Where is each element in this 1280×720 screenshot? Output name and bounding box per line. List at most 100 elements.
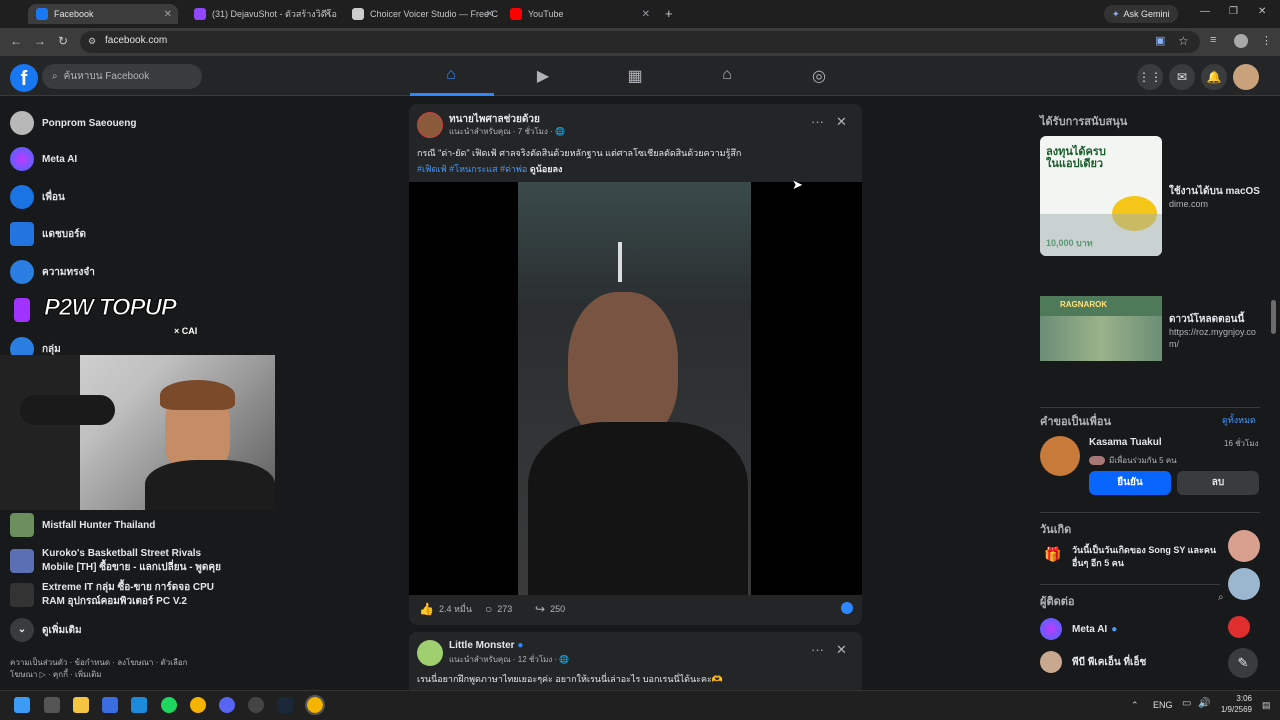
webcam-person-shirt <box>145 460 275 510</box>
reload-icon[interactable]: ↻ <box>58 34 68 48</box>
comment-icon: ○ <box>485 602 493 616</box>
post-more-icon[interactable]: ··· <box>811 642 824 657</box>
contacts-search-icon[interactable]: ⌕ <box>1218 592 1224 603</box>
chat-head-avatar[interactable] <box>1228 568 1260 600</box>
store-icon[interactable] <box>102 697 118 713</box>
nav-item-profile[interactable]: Ponprom Saeoueng <box>10 111 136 135</box>
new-message-icon[interactable]: ✎ <box>1228 648 1258 678</box>
chat-head-avatar[interactable] <box>1228 530 1260 562</box>
meta-ai-icon <box>1040 618 1062 640</box>
contact-item[interactable]: พีบี พีเคเอ็น ที่เอ็ช <box>1040 651 1146 673</box>
chat-head-avatar[interactable] <box>1228 616 1250 638</box>
post-author-avatar[interactable] <box>417 112 443 138</box>
tray-chevron-icon[interactable]: ⌃ <box>1131 700 1139 711</box>
post-more-icon[interactable]: ··· <box>811 114 824 129</box>
language-indicator[interactable]: ENG <box>1153 700 1173 710</box>
marketplace-icon[interactable]: ⌂ <box>717 66 737 86</box>
facebook-logo-icon[interactable]: f <box>10 64 38 92</box>
account-avatar[interactable] <box>1233 64 1259 90</box>
gaming-icon[interactable]: ◎ <box>809 66 829 86</box>
notification-center-icon[interactable]: ▤ <box>1262 700 1271 711</box>
post-author-row[interactable]: Little Monster ● <box>449 640 523 651</box>
notifications-bell-icon[interactable]: 🔔 <box>1201 64 1227 90</box>
tab-close-icon[interactable]: ✕ <box>164 9 172 20</box>
steam-icon[interactable] <box>277 697 293 713</box>
windows-start-icon[interactable] <box>14 697 30 713</box>
site-info-icon[interactable]: ⚙ <box>88 36 96 47</box>
chrome-icon[interactable] <box>190 697 206 713</box>
tab-facebook[interactable]: Facebook ✕ <box>28 4 178 24</box>
url-text[interactable]: facebook.com <box>105 35 167 46</box>
reading-list-icon[interactable]: ≡ <box>1210 34 1216 46</box>
nav-item-saved[interactable] <box>10 298 38 322</box>
dashboard-icon[interactable]: ▦ <box>625 66 645 86</box>
nav-item-friends[interactable]: เพื่อน <box>10 185 65 209</box>
minimize-icon[interactable]: — <box>1200 6 1210 17</box>
forward-icon[interactable]: → <box>34 34 46 48</box>
friend-request-name[interactable]: Kasama Tuakul <box>1089 437 1162 448</box>
tab-close-icon[interactable]: ✕ <box>486 9 494 20</box>
nav-item-memories[interactable]: ความทรงจำ <box>10 260 95 284</box>
post-video[interactable] <box>409 182 862 595</box>
messenger-icon[interactable]: ✉ <box>1169 64 1195 90</box>
clock[interactable]: 3:06 1/9/2569 <box>1212 693 1252 715</box>
profile-avatar-icon[interactable] <box>1234 34 1248 48</box>
post-close-icon[interactable]: ✕ <box>836 114 847 130</box>
confirm-button[interactable]: ยืนยัน <box>1089 471 1171 495</box>
close-window-icon[interactable]: ✕ <box>1258 6 1266 17</box>
nav-item-dashboard[interactable]: แดชบอร์ด <box>10 222 86 246</box>
discord-icon[interactable] <box>219 697 235 713</box>
tab-close-icon[interactable]: ✕ <box>642 9 650 20</box>
tab-dejavushot[interactable]: (31) DejavuShot - ตัวสร้างวิดีโอ - ✕ <box>186 4 338 24</box>
see-less-link[interactable]: ดูน้อยลง <box>530 164 563 174</box>
ad-title[interactable]: ใช้งานได้บน macOS <box>1169 184 1260 199</box>
app-icon[interactable] <box>248 697 264 713</box>
task-view-icon[interactable] <box>44 697 60 713</box>
footer-links[interactable]: ความเป็นส่วนตัว · ข้อกำหนด · ลงโฆษณา · ต… <box>10 657 210 681</box>
spotify-icon[interactable] <box>161 697 177 713</box>
ad-image-ragnarok[interactable]: RAGNAROK <box>1040 296 1162 361</box>
nav-item-meta-ai[interactable]: Meta AI <box>10 147 77 171</box>
file-explorer-icon[interactable] <box>73 697 89 713</box>
extension-icon[interactable]: ▣ <box>1155 34 1165 47</box>
ad-image-dime[interactable]: ลงทุนได้ครบ ในแอปเดียว 10,000 บาท <box>1040 136 1162 256</box>
like-button[interactable]: 👍 2.4 หมื่น <box>419 602 472 616</box>
menu-grid-icon[interactable]: ⋮⋮ <box>1137 64 1163 90</box>
birthday-text[interactable]: วันนี้เป็นวันเกิดของ Song SY และคนอื่นๆ … <box>1072 544 1220 570</box>
menu-dots-icon[interactable]: ⋮ <box>1261 34 1272 47</box>
post-hashtags[interactable]: #เฟิดเฟ้ #โหนกระแส #ด่าพ่อ <box>417 164 527 174</box>
shortcut-extreme-it[interactable]: Extreme IT กลุ่ม ซื้อ-ขาย การ์ดจอ CPU RA… <box>10 581 235 609</box>
shortcut-mistfall[interactable]: Mistfall Hunter Thailand <box>10 513 155 537</box>
friend-request-avatar[interactable] <box>1040 436 1080 476</box>
ad-image-text: RAGNAROK <box>1060 300 1108 309</box>
ad-title[interactable]: ดาวน์โหลดตอนนี้ <box>1169 312 1244 327</box>
volume-icon[interactable]: 🔊 <box>1198 698 1210 709</box>
tab-choicer[interactable]: Choicer Voicer Studio — Free C ✕ <box>344 4 500 24</box>
ask-gemini-button[interactable]: ✦ Ask Gemini <box>1104 5 1178 23</box>
contact-meta-ai[interactable]: Meta AI ● <box>1040 618 1117 640</box>
outlook-icon[interactable] <box>131 697 147 713</box>
page-scrollbar[interactable] <box>1271 300 1276 334</box>
post-author-avatar[interactable] <box>417 640 443 666</box>
network-icon[interactable]: ▭ <box>1182 698 1191 709</box>
bookmark-star-icon[interactable]: ☆ <box>1178 34 1189 48</box>
comment-button[interactable]: ○ 273 <box>485 602 512 616</box>
home-icon[interactable]: ⌂ <box>441 66 461 86</box>
chrome-active-icon[interactable] <box>305 695 325 715</box>
webcam-person-hair <box>160 380 235 410</box>
omnibox[interactable] <box>80 31 1200 53</box>
tab-close-icon[interactable]: ✕ <box>324 9 332 20</box>
video-icon[interactable]: ▶ <box>533 66 553 86</box>
shortcut-kuroko[interactable]: Kuroko's Basketball Street Rivals Mobile… <box>10 547 235 575</box>
search-input[interactable]: ⌕ ค้นหาบน Facebook <box>42 64 202 89</box>
group-thumbnail <box>10 583 34 607</box>
see-all-link[interactable]: ดูทั้งหมด <box>1222 413 1256 427</box>
new-tab-icon[interactable]: + <box>665 6 673 21</box>
see-more-button[interactable]: ⌄ ดูเพิ่มเติม <box>10 618 82 642</box>
tab-youtube[interactable]: YouTube ✕ <box>502 4 656 24</box>
back-icon[interactable]: ← <box>10 34 22 48</box>
restore-icon[interactable]: ❐ <box>1229 6 1238 17</box>
share-button[interactable]: ↪ 250 <box>535 602 565 616</box>
delete-button[interactable]: ลบ <box>1177 471 1259 495</box>
post-close-icon[interactable]: ✕ <box>836 642 847 658</box>
